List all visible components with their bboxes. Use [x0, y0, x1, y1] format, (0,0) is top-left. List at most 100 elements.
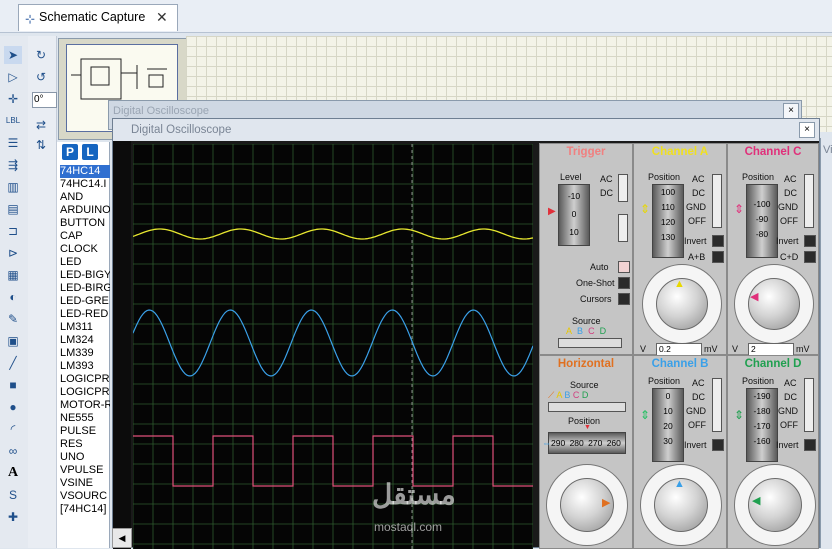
scope-display[interactable]	[133, 144, 533, 549]
channel-c-coupling-switch[interactable]	[804, 174, 814, 228]
trigger-edge-switch[interactable]	[618, 214, 628, 242]
trigger-auto-button[interactable]	[618, 261, 630, 273]
box-icon[interactable]: ■	[4, 376, 22, 394]
device-list-item[interactable]: NE555	[60, 412, 110, 425]
device-list-item[interactable]: VSINE	[60, 477, 110, 490]
device-list-item[interactable]: LM311	[60, 321, 110, 334]
line-icon[interactable]: ╱	[4, 354, 22, 372]
channel-b-coupling-switch[interactable]	[712, 378, 722, 432]
close-tab-button[interactable]: ✕	[156, 9, 168, 26]
device-list-item[interactable]: BUTTON	[60, 217, 110, 230]
circle-icon[interactable]: ●	[4, 398, 22, 416]
bus-icon[interactable]: ⇶	[4, 156, 22, 174]
trigger-source-d[interactable]: D	[600, 326, 607, 336]
trigger-source-a[interactable]: A	[566, 326, 572, 336]
channel-a-sum-button[interactable]	[712, 251, 724, 263]
device-list-item[interactable]: AND	[60, 191, 110, 204]
device-list-item[interactable]: LED-BIRG	[60, 282, 110, 295]
channel-b-invert-label: Invert	[684, 440, 707, 450]
tab-schematic-capture[interactable]: ⊹ Schematic Capture ✕	[18, 4, 178, 31]
channel-d-position-scale[interactable]: -190 -180 -170 -160	[746, 388, 778, 462]
rotate-clockwise-icon[interactable]: ↻	[32, 46, 50, 64]
subcircuit-icon[interactable]: ▥	[4, 178, 22, 196]
channel-d-invert-button[interactable]	[804, 439, 816, 451]
channel-b-ac-label: AC	[692, 378, 705, 388]
device-list-item[interactable]: LED-RED	[60, 308, 110, 321]
trigger-level-scale[interactable]: -10 0 10	[558, 184, 590, 246]
component-mode-icon[interactable]: ▷	[4, 68, 22, 86]
device-list-item[interactable]: ARDUINO	[60, 204, 110, 217]
text-tool-icon[interactable]: A	[4, 464, 22, 482]
horizontal-position-scale[interactable]: 290 280 270 260	[548, 432, 626, 454]
channel-a-unit-left: V	[640, 344, 647, 354]
channel-c-volts-knob[interactable]	[748, 278, 800, 330]
junction-icon[interactable]: ✛	[4, 90, 22, 108]
trigger-source-slider[interactable]	[558, 338, 622, 348]
terminal-icon[interactable]: ▤	[4, 200, 22, 218]
device-list-item[interactable]: LOGICPR	[60, 373, 110, 386]
device-list-item[interactable]: LM339	[60, 347, 110, 360]
horizontal-source-slider[interactable]	[548, 402, 626, 412]
trigger-cursors-button[interactable]	[618, 293, 630, 305]
channel-c-invert-button[interactable]	[804, 235, 816, 247]
text-script-icon[interactable]: ☰	[4, 134, 22, 152]
horizontal-source-b[interactable]: B	[564, 390, 570, 400]
generator-icon[interactable]: ◐	[4, 288, 22, 306]
channel-c-position-label: Position	[742, 172, 775, 182]
channel-d-coupling-switch[interactable]	[804, 378, 814, 432]
trigger-one-shot-button[interactable]	[618, 277, 630, 289]
device-list-item[interactable]: LM393	[60, 360, 110, 373]
path-icon[interactable]: ∞	[4, 442, 22, 460]
window-titlebar[interactable]: Digital Oscilloscope ×	[113, 119, 819, 141]
device-list-item[interactable]: UNO	[60, 451, 110, 464]
device-list-item[interactable]: CAP	[60, 230, 110, 243]
horizontal-source-c[interactable]: C	[573, 390, 580, 400]
device-list-item[interactable]: LED	[60, 256, 110, 269]
virtual-instrument-icon[interactable]: ▣	[4, 332, 22, 350]
channel-a-coupling-switch[interactable]	[712, 174, 722, 228]
trigger-source-b[interactable]: B	[577, 326, 583, 336]
horizontal-ramp-icon[interactable]: ⟋	[548, 390, 554, 400]
rotate-anticlockwise-icon[interactable]: ↺	[32, 68, 50, 86]
device-list-item[interactable]: LED-GRE	[60, 295, 110, 308]
device-list-item[interactable]: VSOURC	[60, 490, 110, 503]
horizontal-source-d[interactable]: D	[582, 390, 589, 400]
probe-icon[interactable]: ✎	[4, 310, 22, 328]
device-list-item[interactable]: VPULSE	[60, 464, 110, 477]
channel-c-position-scale[interactable]: -100 -90 -80	[746, 184, 778, 258]
trigger-source-c[interactable]: C	[588, 326, 595, 336]
scroll-left-button[interactable]: ◀	[112, 528, 132, 548]
device-list-item[interactable]: MOTOR-R	[60, 399, 110, 412]
tape-icon[interactable]: ▦	[4, 266, 22, 284]
device-list-item[interactable]: CLOCK	[60, 243, 110, 256]
device-list-item[interactable]: LOGICPR	[60, 386, 110, 399]
graph-icon[interactable]: ⊳	[4, 244, 22, 262]
channel-a-position-scale[interactable]: 100 110 120 130	[652, 184, 684, 258]
pick-devices-button[interactable]: P	[62, 144, 78, 160]
marker-icon[interactable]: ✚	[4, 508, 22, 526]
device-list-item[interactable]: [74HC14]	[60, 503, 110, 516]
rotation-angle-field[interactable]: 0°	[32, 92, 57, 108]
back-window-close-button[interactable]: ×	[783, 103, 799, 119]
selection-mode-icon[interactable]: ➤	[4, 46, 22, 64]
trigger-coupling-switch[interactable]	[618, 174, 628, 202]
horizontal-source-a[interactable]: A	[556, 390, 562, 400]
mirror-horizontal-icon[interactable]: ⇄	[32, 116, 50, 134]
device-list-item[interactable]: 74HC14	[60, 165, 110, 178]
channel-b-position-scale[interactable]: 0 10 20 30	[652, 388, 684, 462]
mirror-vertical-icon[interactable]: ⇅	[32, 136, 50, 154]
wire-label-icon[interactable]: LBL	[4, 112, 22, 130]
device-list-item[interactable]: PULSE	[60, 425, 110, 438]
device-list-item[interactable]: RES	[60, 438, 110, 451]
arc-icon[interactable]: ◜	[4, 420, 22, 438]
channel-a-invert-button[interactable]	[712, 235, 724, 247]
device-list-item[interactable]: 74HC14.I	[60, 178, 110, 191]
window-close-button[interactable]: ×	[799, 122, 815, 138]
device-pin-icon[interactable]: ⊐	[4, 222, 22, 240]
device-list-item[interactable]: LED-BIGY	[60, 269, 110, 282]
symbol-icon[interactable]: S	[4, 486, 22, 504]
library-manager-button[interactable]: L	[82, 144, 98, 160]
device-list-item[interactable]: LM324	[60, 334, 110, 347]
channel-b-invert-button[interactable]	[712, 439, 724, 451]
channel-c-sum-button[interactable]	[804, 251, 816, 263]
